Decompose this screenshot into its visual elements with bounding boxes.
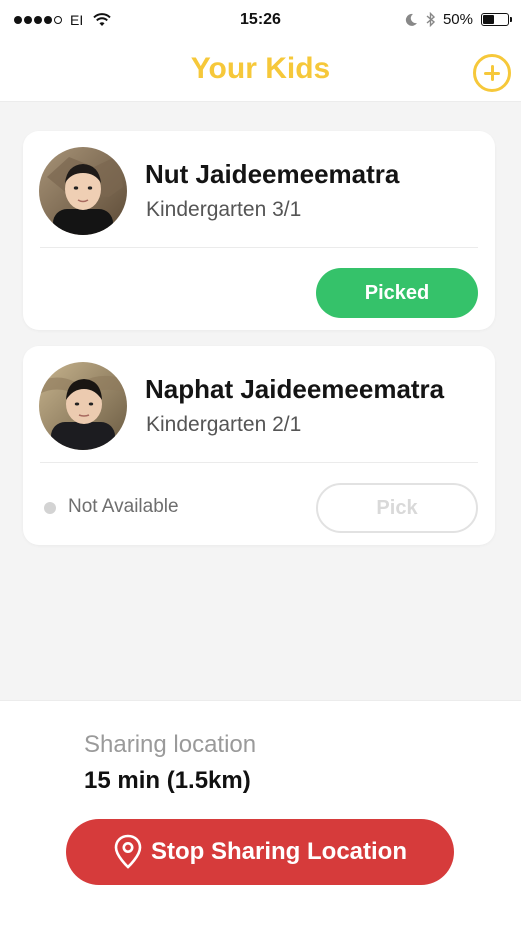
add-kid-button[interactable]: [473, 54, 511, 92]
page-title: Your Kids: [190, 52, 331, 85]
kid-class: Kindergarten 3/1: [146, 198, 302, 221]
kid-card: Nut Jaideemeematra Kindergarten 3/1 Pick…: [23, 131, 495, 330]
status-right: 50%: [405, 11, 512, 28]
kid-name: Naphat Jaideemeematra: [145, 374, 445, 404]
status-dot-icon: [44, 502, 56, 514]
sharing-label: Sharing location: [84, 731, 257, 758]
divider: [40, 462, 478, 463]
avatar: [39, 362, 127, 450]
battery-percent: 50%: [442, 11, 473, 28]
battery-icon: [481, 13, 512, 26]
nav-header: Your Kids: [0, 42, 521, 102]
moon-icon: [405, 13, 417, 26]
status-bar: EI 15:26 50%: [0, 0, 521, 42]
kid-class: Kindergarten 2/1: [146, 413, 302, 436]
pick-button[interactable]: Pick: [316, 483, 478, 533]
stop-sharing-button[interactable]: Stop Sharing Location: [66, 819, 454, 885]
stop-sharing-label: Stop Sharing Location: [151, 838, 407, 865]
kid-card: Naphat Jaideemeematra Kindergarten 2/1 N…: [23, 346, 495, 545]
battery-fill: [483, 15, 494, 24]
location-pin-icon: [114, 834, 142, 869]
bluetooth-icon: [426, 12, 435, 27]
picked-button[interactable]: Picked: [316, 268, 478, 318]
availability-status: Not Available: [68, 496, 179, 517]
kid-name: Nut Jaideemeematra: [145, 159, 400, 189]
avatar: [39, 147, 127, 235]
sharing-eta: 15 min (1.5km): [84, 767, 251, 794]
divider: [40, 247, 478, 248]
sharing-panel: Sharing location 15 min (1.5km) Stop Sha…: [0, 700, 521, 929]
